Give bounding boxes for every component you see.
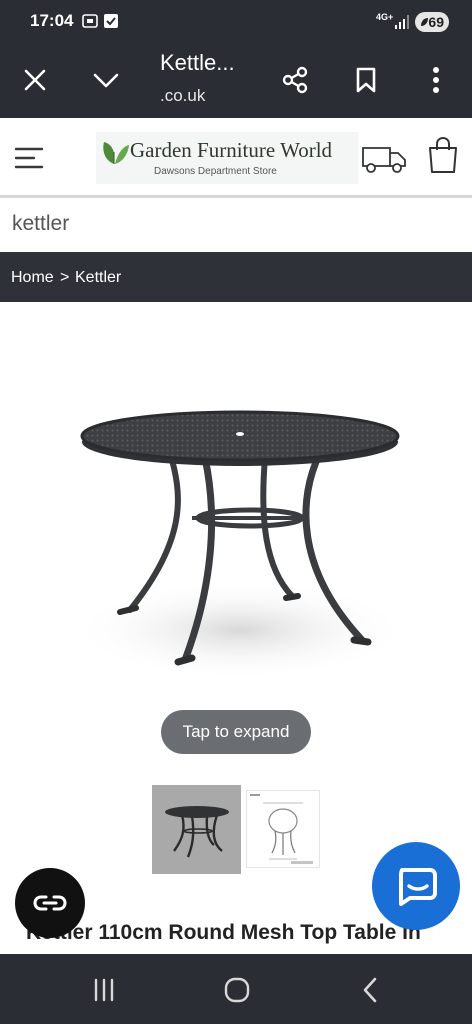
chat-bubble-icon	[399, 868, 437, 906]
checkbox-notification-icon	[104, 14, 118, 28]
leaf-logo-icon	[103, 142, 129, 164]
close-icon	[24, 69, 46, 91]
recent-apps-icon	[94, 978, 114, 1002]
home-button[interactable]	[219, 974, 255, 1006]
power-saving-icon	[421, 18, 428, 26]
menu-icon[interactable]	[14, 146, 44, 170]
bookmark-icon	[356, 67, 376, 93]
back-arrow-icon	[363, 977, 377, 1003]
product-image[interactable]	[70, 398, 410, 688]
dimensions-diagram-image	[250, 794, 313, 864]
search-input[interactable]: kettler	[0, 198, 472, 250]
logo-name: Garden Furniture World	[130, 138, 333, 162]
delivery-van-icon[interactable]	[360, 140, 408, 176]
tap-to-expand-button[interactable]: Tap to expand	[161, 710, 311, 754]
thumbnail-image	[165, 806, 229, 858]
more-vertical-icon	[433, 67, 439, 93]
screenshot-icon	[82, 14, 98, 28]
network-label: 4G+	[376, 12, 394, 22]
browser-toolbar: Kettle... .co.uk	[0, 44, 472, 118]
battery-indicator: 69	[415, 12, 449, 32]
battery-level: 69	[428, 14, 444, 30]
close-tab-button[interactable]	[17, 62, 53, 98]
status-bar: 17:04 4G+ 69	[0, 0, 472, 44]
collapse-button[interactable]	[88, 62, 124, 98]
breadcrumb-separator: >	[60, 269, 70, 286]
bookmark-button[interactable]	[348, 62, 384, 98]
system-navigation-bar	[0, 954, 472, 1024]
back-button[interactable]	[352, 974, 388, 1006]
live-chat-button[interactable]	[372, 842, 460, 930]
shopping-bag-icon[interactable]	[426, 136, 460, 174]
product-image-gallery[interactable]: Tap to expand	[0, 302, 472, 772]
breadcrumb: Home > Kettler	[0, 252, 472, 302]
chevron-down-icon	[93, 73, 119, 88]
share-icon	[282, 66, 308, 94]
page-title: Kettle...	[160, 50, 235, 75]
more-options-button[interactable]	[418, 62, 454, 98]
status-time: 17:04	[30, 11, 74, 30]
product-title: Kettler 110cm Round Mesh Top Table In	[26, 921, 421, 944]
site-logo[interactable]: Garden Furniture World Dawsons Departmen…	[96, 132, 358, 184]
site-header: Garden Furniture World Dawsons Departmen…	[0, 118, 472, 198]
logo-subtitle: Dawsons Department Store	[154, 166, 277, 177]
thumbnail-dimensions-diagram[interactable]	[246, 790, 320, 868]
breadcrumb-kettler[interactable]: Kettler	[75, 269, 121, 287]
share-button[interactable]	[277, 62, 313, 98]
signal-icon	[395, 15, 409, 29]
search-input-value: kettler	[12, 212, 70, 235]
lens-icon	[33, 895, 67, 911]
thumbnail-product-photo[interactable]	[152, 785, 241, 874]
breadcrumb-home[interactable]: Home	[11, 269, 54, 287]
page-url: .co.uk	[160, 86, 206, 105]
recent-apps-button[interactable]	[86, 974, 122, 1006]
google-lens-button[interactable]	[15, 868, 85, 938]
home-circle-icon	[224, 977, 250, 1003]
